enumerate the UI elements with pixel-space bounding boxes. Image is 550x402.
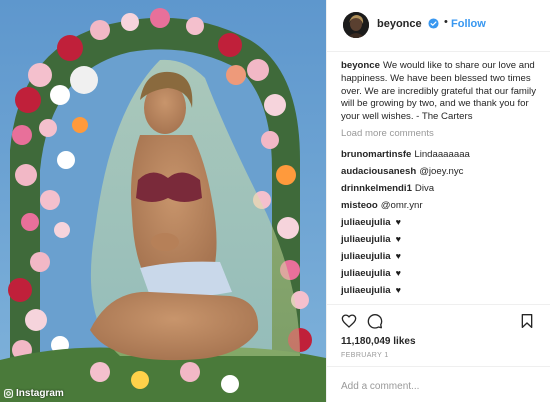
post-header: beyonce • Follow: [327, 0, 550, 52]
heart-emoji: ♥: [395, 284, 401, 295]
add-comment-bar: [327, 366, 550, 402]
comment-username[interactable]: juliaeujulia: [341, 234, 391, 245]
heart-emoji: ♥: [395, 216, 401, 227]
comment-username[interactable]: juliaeujulia: [341, 251, 391, 262]
comment-item: juliaeujulia ♥: [341, 282, 541, 299]
comments-section: beyonce We would like to share our love a…: [341, 60, 541, 299]
comment-item: juliaeujulia ♥: [341, 265, 541, 282]
comment-text: Diva: [414, 182, 435, 194]
comment-item: misteoo @omr.ynr: [341, 197, 541, 214]
comment-item: brunomartinsfe Lindaaaaaaa: [341, 146, 541, 163]
comment-text: @omr.ynr: [380, 199, 423, 211]
comment-item: juliaeujulia ♥: [341, 231, 541, 248]
photo-illustration: [0, 0, 326, 402]
heart-emoji: ♥: [395, 233, 401, 244]
comment-text: @joey.nyc: [419, 165, 464, 177]
comment-text: Lindaaaaaaa: [414, 148, 470, 160]
load-more-comments-link[interactable]: Load more comments: [341, 128, 541, 141]
post-caption: beyonce We would like to share our love a…: [341, 60, 541, 124]
verified-badge-icon: [428, 18, 439, 29]
instagram-watermark: Instagram: [4, 388, 64, 399]
caption-username[interactable]: beyonce: [341, 60, 380, 71]
comment-username[interactable]: misteoo: [341, 200, 378, 211]
comment-item: audaciousanesh @joey.nyc: [341, 163, 541, 180]
comment-item: juliaeujulia ♥: [341, 248, 541, 265]
heart-emoji: ♥: [395, 250, 401, 261]
comment-icon[interactable]: [367, 313, 383, 329]
post-actions: [327, 304, 550, 334]
instagram-post: Instagram beyonce • Follow beyonce We wo…: [0, 0, 550, 402]
post-date: FEBRUARY 1: [341, 352, 389, 359]
instagram-logo-icon: [4, 389, 13, 398]
avatar[interactable]: [343, 12, 369, 38]
post-side-panel: beyonce • Follow beyonce We would like to…: [326, 0, 550, 402]
add-comment-input[interactable]: [339, 375, 543, 397]
separator-dot: •: [444, 16, 448, 28]
comment-username[interactable]: juliaeujulia: [341, 217, 391, 228]
bookmark-icon[interactable]: [519, 313, 535, 329]
comment-item: drinnkelmendi1 Diva: [341, 180, 541, 197]
likes-count[interactable]: 11,180,049 likes: [341, 336, 416, 347]
comment-username[interactable]: audaciousanesh: [341, 166, 416, 177]
avatar-image: [343, 12, 369, 38]
comment-item: juliaeujulia ♥: [341, 214, 541, 231]
comment-username[interactable]: juliaeujulia: [341, 285, 391, 296]
comment-username[interactable]: juliaeujulia: [341, 268, 391, 279]
heart-icon[interactable]: [341, 313, 357, 329]
heart-emoji: ♥: [395, 267, 401, 278]
comment-username[interactable]: brunomartinsfe: [341, 149, 411, 160]
watermark-text: Instagram: [16, 388, 64, 399]
post-photo[interactable]: Instagram: [0, 0, 326, 402]
comment-username[interactable]: drinnkelmendi1: [341, 183, 412, 194]
author-username[interactable]: beyonce: [377, 18, 422, 30]
follow-button[interactable]: Follow: [451, 18, 486, 30]
